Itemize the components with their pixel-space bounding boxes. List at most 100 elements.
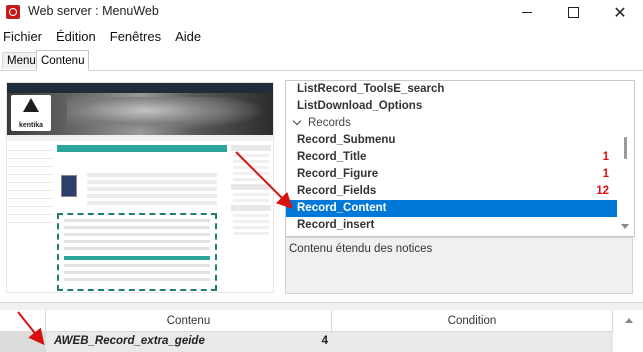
preview-sidebar-line xyxy=(9,208,53,215)
preview-banner-image xyxy=(67,97,267,131)
preview-sidebar-line xyxy=(9,168,53,175)
preview-meta-line xyxy=(87,194,217,198)
preview-meta-line xyxy=(87,180,217,184)
preview-rc-line xyxy=(233,172,269,175)
list-item[interactable]: ListDownload_Options xyxy=(286,98,617,115)
list-item[interactable]: Record_Fields 12 xyxy=(286,183,617,200)
list-item-label: Record_insert xyxy=(297,219,375,231)
description-text: Contenu étendu des notices xyxy=(289,243,433,255)
preview-rc-head xyxy=(231,205,271,211)
preview-logo: kentika xyxy=(11,95,51,131)
list-item[interactable]: Record_Title 1 xyxy=(286,149,617,166)
preview-rc-line xyxy=(233,193,269,196)
page-preview: kentika xyxy=(6,82,274,293)
preview-top-bar xyxy=(7,83,273,93)
list-item-label: Record_Submenu xyxy=(297,134,396,146)
list-item-count: 12 xyxy=(596,185,609,197)
preview-meta-line xyxy=(87,201,217,205)
preview-rc-head xyxy=(231,145,271,151)
menu-fichier[interactable]: Fichier xyxy=(0,29,49,44)
minimize-button[interactable] xyxy=(504,0,550,24)
preview-rc-line xyxy=(233,232,269,235)
list-item-count: 1 xyxy=(602,151,609,163)
preview-teal-header xyxy=(57,145,227,152)
list-item[interactable]: ListRecord_ToolsE_search xyxy=(286,81,617,98)
preview-text-line xyxy=(64,226,210,229)
preview-right-column xyxy=(231,145,271,291)
preview-sidebar-line xyxy=(9,176,53,183)
list-item[interactable]: Record_insert xyxy=(286,217,617,234)
list-item-label: Record_Fields xyxy=(297,185,377,197)
description-panel: Contenu étendu des notices xyxy=(285,237,633,294)
menu-fenetres[interactable]: Fenêtres xyxy=(107,29,168,44)
preview-text-line xyxy=(64,233,210,236)
preview-breadcrumb xyxy=(7,135,273,141)
preview-meta-line xyxy=(87,173,217,177)
column-header-condition[interactable]: Condition xyxy=(332,310,613,332)
list-group-records[interactable]: Records xyxy=(286,115,617,132)
preview-sidebar xyxy=(9,143,53,283)
preview-text-line xyxy=(64,264,210,267)
list-item-selected[interactable]: Record_Content xyxy=(286,200,617,217)
preview-rc-line xyxy=(233,220,269,223)
menu-bar: Fichier Édition Fenêtres Aide xyxy=(0,26,643,46)
logo-icon xyxy=(23,98,39,112)
preview-text-line xyxy=(64,271,210,274)
list-item-count: 1 xyxy=(602,168,609,180)
list-item-label: Record_Title xyxy=(297,151,367,163)
list-item[interactable]: Record_Submenu xyxy=(286,132,617,149)
logo-text: kentika xyxy=(18,122,44,129)
preview-rc-line xyxy=(233,226,269,229)
column-header-contenu[interactable]: Contenu xyxy=(46,310,332,332)
preview-table-header xyxy=(64,256,210,260)
preview-meta xyxy=(87,173,217,208)
list-scrollbar-thumb[interactable] xyxy=(624,137,627,159)
preview-main xyxy=(57,145,227,291)
preview-sidebar-line xyxy=(9,192,53,199)
preview-record-content-highlight xyxy=(57,213,217,291)
row-value: 4 xyxy=(321,335,328,347)
list-item-label: ListDownload_Options xyxy=(297,100,423,112)
window-title: Web server : MenuWeb xyxy=(28,4,159,18)
list-item-label: Record_Content xyxy=(297,202,387,214)
preview-sidebar-line xyxy=(9,216,53,223)
tab-strip: Menu Contenu xyxy=(0,50,643,71)
maximize-button[interactable] xyxy=(550,0,596,24)
preview-sidebar-line xyxy=(9,184,53,191)
close-button[interactable]: ✕ xyxy=(597,0,643,24)
menu-aide[interactable]: Aide xyxy=(172,29,208,44)
scroll-up-arrow-icon[interactable] xyxy=(625,318,633,323)
menu-edition[interactable]: Édition xyxy=(53,29,103,44)
preview-meta-line xyxy=(87,187,217,191)
preview-sidebar-line xyxy=(9,200,53,207)
preview-sidebar-line xyxy=(9,160,53,167)
bottom-table: Contenu Condition AWEB_Record_extra_geid… xyxy=(0,310,643,352)
tab-contenu[interactable]: Contenu xyxy=(36,50,90,71)
table-scrollbar[interactable] xyxy=(613,310,643,352)
table-header-indicator xyxy=(0,310,46,332)
list-group-label: Records xyxy=(308,117,351,129)
preview-rc-line xyxy=(233,214,269,217)
scroll-down-arrow-icon[interactable] xyxy=(621,224,629,229)
preview-text-line xyxy=(64,219,210,222)
chevron-down-icon[interactable] xyxy=(292,116,302,126)
preview-rc-line xyxy=(233,199,269,202)
row-indicator[interactable] xyxy=(0,332,46,352)
preview-text-line xyxy=(64,247,210,250)
preview-rc-line xyxy=(233,178,269,181)
list-scrollbar[interactable] xyxy=(617,81,634,236)
row-contenu: AWEB_Record_extra_geide xyxy=(54,335,205,347)
app-icon xyxy=(6,5,20,19)
content-list: ListRecord_ToolsE_search ListDownload_Op… xyxy=(285,80,635,237)
tab-menu[interactable]: Menu xyxy=(2,52,41,69)
preview-rc-head xyxy=(231,184,271,190)
preview-sidebar-line xyxy=(9,144,53,151)
list-item-label: ListRecord_ToolsE_search xyxy=(297,83,445,95)
preview-rc-line xyxy=(233,154,269,157)
title-bar: Web server : MenuWeb ✕ xyxy=(0,0,643,24)
preview-rc-line xyxy=(233,166,269,169)
list-item-label: Record_Figure xyxy=(297,168,379,180)
list-item[interactable]: Record_Figure 1 xyxy=(286,166,617,183)
preview-rc-line xyxy=(233,160,269,163)
table-row[interactable]: AWEB_Record_extra_geide 4 xyxy=(0,332,613,352)
